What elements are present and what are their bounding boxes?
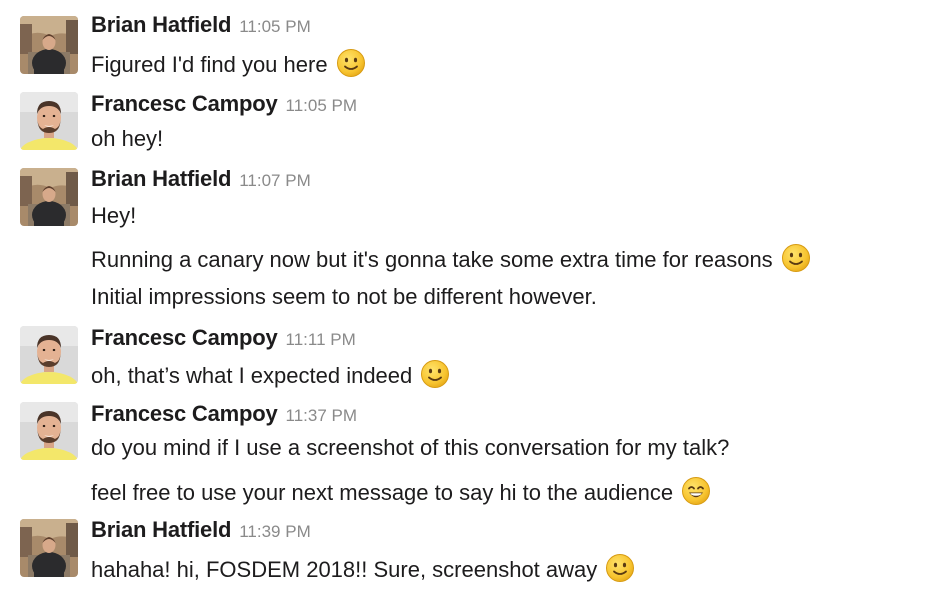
message-text-content: Hey!	[91, 203, 137, 228]
sender-name[interactable]: Francesc Campoy	[91, 325, 278, 350]
message-text-content: Running a canary now but it's gonna take…	[91, 247, 773, 272]
message-text: oh hey!	[91, 126, 163, 152]
sender-name[interactable]: Brian Hatfield	[91, 166, 231, 191]
message-text-content: Figured I'd find you here	[91, 52, 328, 77]
message-text: Figured I'd find you here	[91, 48, 366, 78]
avatar-image	[20, 168, 78, 226]
avatar-image	[20, 402, 78, 460]
message-text-content: Initial impressions seem to not be diffe…	[91, 284, 597, 309]
message-text: oh, that’s what I expected indeed	[91, 359, 450, 389]
message-header: Brian Hatfield 11:07 PM	[91, 166, 311, 192]
message-header: Brian Hatfield 11:05 PM	[91, 12, 311, 38]
message-text-content: do you mind if I use a screenshot of thi…	[91, 435, 730, 460]
message-text: Hey!	[91, 203, 136, 229]
message-text: Running a canary now but it's gonna take…	[91, 243, 811, 273]
message-header: Brian Hatfield 11:39 PM	[91, 517, 311, 543]
sender-name[interactable]: Brian Hatfield	[91, 12, 231, 37]
timestamp[interactable]: 11:11 PM	[286, 330, 356, 349]
slightly-smiling-face-icon	[605, 553, 635, 583]
grinning-face-icon	[681, 476, 711, 506]
message-text-content: feel free to use your next message to sa…	[91, 480, 674, 505]
sender-name[interactable]: Francesc Campoy	[91, 91, 278, 116]
message-text-content: oh, that’s what I expected indeed	[91, 363, 413, 388]
message-text-content: oh hey!	[91, 126, 164, 151]
slightly-smiling-face-icon	[336, 48, 366, 78]
avatar-francesc-campoy[interactable]	[20, 92, 78, 150]
timestamp[interactable]: 11:37 PM	[286, 406, 358, 425]
timestamp[interactable]: 11:05 PM	[286, 96, 358, 115]
timestamp[interactable]: 11:07 PM	[239, 171, 311, 190]
avatar-image	[20, 92, 78, 150]
avatar-image	[20, 519, 78, 577]
avatar-image	[20, 16, 78, 74]
avatar-francesc-campoy[interactable]	[20, 402, 78, 460]
message-text: feel free to use your next message to sa…	[91, 476, 711, 506]
sender-name[interactable]: Francesc Campoy	[91, 401, 278, 426]
message-header: Francesc Campoy 11:37 PM	[91, 401, 357, 427]
timestamp[interactable]: 11:39 PM	[239, 522, 311, 541]
message-text-content: hahaha! hi, FOSDEM 2018!! Sure, screensh…	[91, 557, 598, 582]
message-text: Initial impressions seem to not be diffe…	[91, 284, 597, 310]
avatar-brian-hatfield[interactable]	[20, 16, 78, 74]
slightly-smiling-face-icon	[420, 359, 450, 389]
message-text: hahaha! hi, FOSDEM 2018!! Sure, screensh…	[91, 553, 635, 583]
message-header: Francesc Campoy 11:11 PM	[91, 325, 356, 351]
message-header: Francesc Campoy 11:05 PM	[91, 91, 357, 117]
message-text: do you mind if I use a screenshot of thi…	[91, 435, 729, 461]
timestamp[interactable]: 11:05 PM	[239, 17, 311, 36]
avatar-image	[20, 326, 78, 384]
avatar-brian-hatfield[interactable]	[20, 519, 78, 577]
avatar-brian-hatfield[interactable]	[20, 168, 78, 226]
slightly-smiling-face-icon	[781, 243, 811, 273]
avatar-francesc-campoy[interactable]	[20, 326, 78, 384]
sender-name[interactable]: Brian Hatfield	[91, 517, 231, 542]
